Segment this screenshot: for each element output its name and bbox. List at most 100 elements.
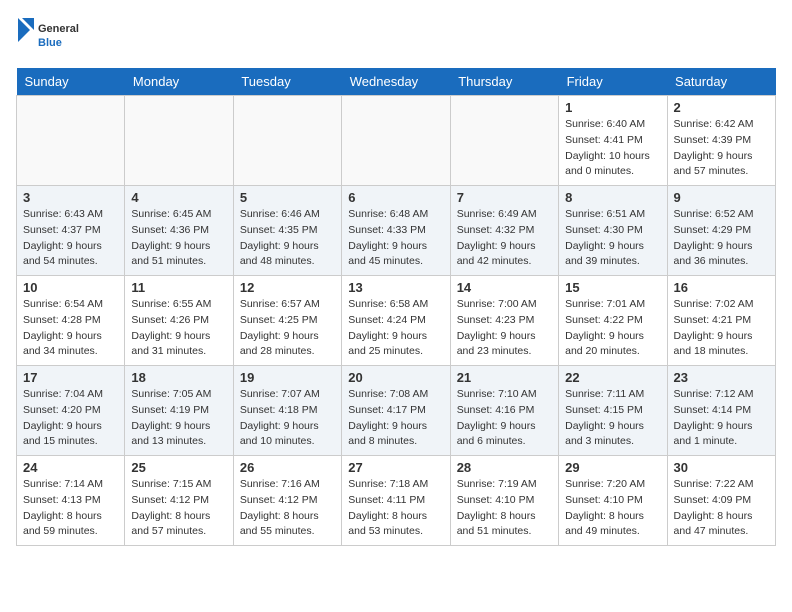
day-info: Sunrise: 7:08 AMSunset: 4:17 PMDaylight:… bbox=[348, 387, 443, 450]
day-info: Sunrise: 7:05 AMSunset: 4:19 PMDaylight:… bbox=[131, 387, 226, 450]
day-number: 24 bbox=[23, 460, 118, 475]
calendar-cell: 21 Sunrise: 7:10 AMSunset: 4:16 PMDayligh… bbox=[450, 366, 558, 456]
calendar-cell: 9 Sunrise: 6:52 AMSunset: 4:29 PMDaylight… bbox=[667, 186, 775, 276]
day-number: 10 bbox=[23, 280, 118, 295]
calendar-cell: 14 Sunrise: 7:00 AMSunset: 4:23 PMDayligh… bbox=[450, 276, 558, 366]
calendar-cell: 3 Sunrise: 6:43 AMSunset: 4:37 PMDaylight… bbox=[17, 186, 125, 276]
day-info: Sunrise: 7:10 AMSunset: 4:16 PMDaylight:… bbox=[457, 387, 552, 450]
day-info: Sunrise: 7:01 AMSunset: 4:22 PMDaylight:… bbox=[565, 297, 660, 360]
day-info: Sunrise: 6:51 AMSunset: 4:30 PMDaylight:… bbox=[565, 207, 660, 270]
calendar-cell: 22 Sunrise: 7:11 AMSunset: 4:15 PMDayligh… bbox=[559, 366, 667, 456]
day-number: 13 bbox=[348, 280, 443, 295]
calendar-cell: 8 Sunrise: 6:51 AMSunset: 4:30 PMDaylight… bbox=[559, 186, 667, 276]
day-number: 12 bbox=[240, 280, 335, 295]
calendar-cell: 7 Sunrise: 6:49 AMSunset: 4:32 PMDaylight… bbox=[450, 186, 558, 276]
day-info: Sunrise: 7:00 AMSunset: 4:23 PMDaylight:… bbox=[457, 297, 552, 360]
day-info: Sunrise: 7:15 AMSunset: 4:12 PMDaylight:… bbox=[131, 477, 226, 540]
calendar-table: SundayMondayTuesdayWednesdayThursdayFrid… bbox=[16, 68, 776, 546]
day-number: 14 bbox=[457, 280, 552, 295]
weekday-header: Friday bbox=[559, 68, 667, 96]
weekday-header: Tuesday bbox=[233, 68, 341, 96]
day-info: Sunrise: 7:07 AMSunset: 4:18 PMDaylight:… bbox=[240, 387, 335, 450]
calendar-cell: 16 Sunrise: 7:02 AMSunset: 4:21 PMDayligh… bbox=[667, 276, 775, 366]
calendar-cell: 12 Sunrise: 6:57 AMSunset: 4:25 PMDayligh… bbox=[233, 276, 341, 366]
logo: General Blue bbox=[16, 16, 96, 56]
day-info: Sunrise: 7:16 AMSunset: 4:12 PMDaylight:… bbox=[240, 477, 335, 540]
calendar-cell: 2Sunrise: 6:42 AMSunset: 4:39 PMDaylight… bbox=[667, 96, 775, 186]
svg-text:General: General bbox=[38, 23, 79, 35]
day-info: Sunrise: 6:52 AMSunset: 4:29 PMDaylight:… bbox=[674, 207, 769, 270]
day-info: Sunrise: 6:57 AMSunset: 4:25 PMDaylight:… bbox=[240, 297, 335, 360]
calendar-cell: 15Sunrise: 7:01 AMSunset: 4:22 PMDayligh… bbox=[559, 276, 667, 366]
calendar-cell bbox=[342, 96, 450, 186]
day-info: Sunrise: 7:11 AMSunset: 4:15 PMDaylight:… bbox=[565, 387, 660, 450]
day-number: 6 bbox=[348, 190, 443, 205]
calendar-cell: 29 Sunrise: 7:20 AMSunset: 4:10 PMDayligh… bbox=[559, 456, 667, 546]
day-number: 4 bbox=[131, 190, 226, 205]
weekday-header: Thursday bbox=[450, 68, 558, 96]
calendar-cell: 13 Sunrise: 6:58 AMSunset: 4:24 PMDayligh… bbox=[342, 276, 450, 366]
day-number: 2 bbox=[674, 100, 769, 115]
day-number: 16 bbox=[674, 280, 769, 295]
day-info: Sunrise: 7:02 AMSunset: 4:21 PMDaylight:… bbox=[674, 297, 769, 360]
day-info: Sunrise: 7:12 AMSunset: 4:14 PMDaylight:… bbox=[674, 387, 769, 450]
day-info: Sunrise: 7:20 AMSunset: 4:10 PMDaylight:… bbox=[565, 477, 660, 540]
day-number: 23 bbox=[674, 370, 769, 385]
calendar-cell: 26 Sunrise: 7:16 AMSunset: 4:12 PMDayligh… bbox=[233, 456, 341, 546]
svg-text:Blue: Blue bbox=[38, 37, 62, 49]
day-number: 22 bbox=[565, 370, 660, 385]
day-info: Sunrise: 7:19 AMSunset: 4:10 PMDaylight:… bbox=[457, 477, 552, 540]
day-info: Sunrise: 7:22 AMSunset: 4:09 PMDaylight:… bbox=[674, 477, 769, 540]
calendar-cell bbox=[450, 96, 558, 186]
day-info: Sunrise: 6:58 AMSunset: 4:24 PMDaylight:… bbox=[348, 297, 443, 360]
weekday-header-row: SundayMondayTuesdayWednesdayThursdayFrid… bbox=[17, 68, 776, 96]
calendar-cell: 18Sunrise: 7:05 AMSunset: 4:19 PMDayligh… bbox=[125, 366, 233, 456]
calendar-cell: 28 Sunrise: 7:19 AMSunset: 4:10 PMDayligh… bbox=[450, 456, 558, 546]
weekday-header: Sunday bbox=[17, 68, 125, 96]
calendar-week-row: 24 Sunrise: 7:14 AMSunset: 4:13 PMDayligh… bbox=[17, 456, 776, 546]
day-number: 30 bbox=[674, 460, 769, 475]
weekday-header: Monday bbox=[125, 68, 233, 96]
day-number: 3 bbox=[23, 190, 118, 205]
day-info: Sunrise: 6:40 AMSunset: 4:41 PMDaylight:… bbox=[565, 117, 660, 180]
day-number: 20 bbox=[348, 370, 443, 385]
calendar-cell: 6Sunrise: 6:48 AMSunset: 4:33 PMDaylight… bbox=[342, 186, 450, 276]
day-number: 8 bbox=[565, 190, 660, 205]
weekday-header: Saturday bbox=[667, 68, 775, 96]
day-number: 7 bbox=[457, 190, 552, 205]
day-info: Sunrise: 7:14 AMSunset: 4:13 PMDaylight:… bbox=[23, 477, 118, 540]
logo-svg: General Blue bbox=[16, 16, 96, 56]
day-info: Sunrise: 7:18 AMSunset: 4:11 PMDaylight:… bbox=[348, 477, 443, 540]
day-info: Sunrise: 6:54 AMSunset: 4:28 PMDaylight:… bbox=[23, 297, 118, 360]
day-info: Sunrise: 6:46 AMSunset: 4:35 PMDaylight:… bbox=[240, 207, 335, 270]
day-number: 5 bbox=[240, 190, 335, 205]
calendar-cell: 24 Sunrise: 7:14 AMSunset: 4:13 PMDayligh… bbox=[17, 456, 125, 546]
day-number: 1 bbox=[565, 100, 660, 115]
calendar-cell: 27Sunrise: 7:18 AMSunset: 4:11 PMDayligh… bbox=[342, 456, 450, 546]
calendar-cell: 10 Sunrise: 6:54 AMSunset: 4:28 PMDayligh… bbox=[17, 276, 125, 366]
calendar-cell: 1 Sunrise: 6:40 AMSunset: 4:41 PMDaylight… bbox=[559, 96, 667, 186]
calendar-week-row: 1 Sunrise: 6:40 AMSunset: 4:41 PMDaylight… bbox=[17, 96, 776, 186]
calendar-cell: 20 Sunrise: 7:08 AMSunset: 4:17 PMDayligh… bbox=[342, 366, 450, 456]
calendar-cell: 23 Sunrise: 7:12 AMSunset: 4:14 PMDayligh… bbox=[667, 366, 775, 456]
calendar-cell bbox=[125, 96, 233, 186]
calendar-cell: 5 Sunrise: 6:46 AMSunset: 4:35 PMDaylight… bbox=[233, 186, 341, 276]
calendar-cell bbox=[17, 96, 125, 186]
day-number: 25 bbox=[131, 460, 226, 475]
day-info: Sunrise: 6:55 AMSunset: 4:26 PMDaylight:… bbox=[131, 297, 226, 360]
day-number: 17 bbox=[23, 370, 118, 385]
day-number: 21 bbox=[457, 370, 552, 385]
weekday-header: Wednesday bbox=[342, 68, 450, 96]
calendar-week-row: 10 Sunrise: 6:54 AMSunset: 4:28 PMDayligh… bbox=[17, 276, 776, 366]
day-number: 26 bbox=[240, 460, 335, 475]
calendar-week-row: 17Sunrise: 7:04 AMSunset: 4:20 PMDayligh… bbox=[17, 366, 776, 456]
day-info: Sunrise: 6:49 AMSunset: 4:32 PMDaylight:… bbox=[457, 207, 552, 270]
calendar-cell: 25 Sunrise: 7:15 AMSunset: 4:12 PMDayligh… bbox=[125, 456, 233, 546]
day-info: Sunrise: 6:43 AMSunset: 4:37 PMDaylight:… bbox=[23, 207, 118, 270]
day-number: 29 bbox=[565, 460, 660, 475]
page-header: General Blue bbox=[16, 16, 776, 56]
day-number: 9 bbox=[674, 190, 769, 205]
calendar-week-row: 3 Sunrise: 6:43 AMSunset: 4:37 PMDaylight… bbox=[17, 186, 776, 276]
day-info: Sunrise: 6:45 AMSunset: 4:36 PMDaylight:… bbox=[131, 207, 226, 270]
day-number: 28 bbox=[457, 460, 552, 475]
